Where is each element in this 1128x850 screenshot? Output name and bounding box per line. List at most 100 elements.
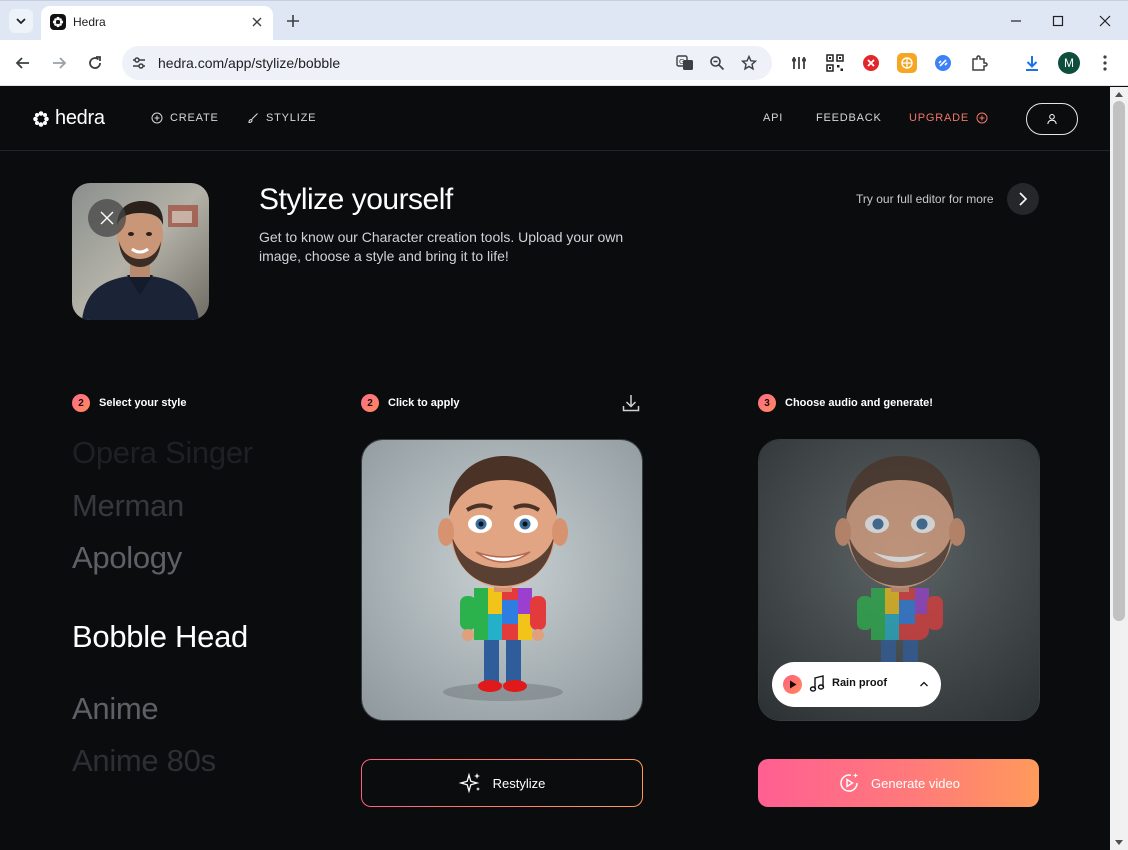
browser-toolbar: hedra.com/app/stylize/bobble G M [0, 40, 1128, 86]
user-icon [1047, 114, 1057, 125]
step-label: Choose audio and generate! [785, 397, 933, 409]
site-info-icon[interactable] [130, 54, 148, 72]
chevron-right-icon [1019, 192, 1028, 206]
style-option-apology[interactable]: Apology [72, 540, 182, 576]
audio-selector[interactable]: Rain proof [772, 662, 941, 707]
step-number-badge: 2 [72, 394, 90, 412]
hedra-logo[interactable]: hedra [32, 107, 105, 130]
step-number-badge: 2 [361, 394, 379, 412]
bobble-head-image [362, 440, 642, 720]
tab-close-button[interactable] [249, 14, 265, 30]
more-vertical-icon [1103, 55, 1107, 71]
nav-upgrade[interactable]: UPGRADE [909, 112, 988, 124]
url-text: hedra.com/app/stylize/bobble [158, 55, 341, 71]
nav-create[interactable]: CREATE [151, 112, 219, 124]
play-icon [789, 680, 796, 689]
app-header: hedra CREATE STYLIZE API FEEDBACK UPGRAD… [0, 87, 1110, 151]
full-editor-link[interactable]: Try our full editor for more [856, 192, 994, 206]
download-icon[interactable] [1022, 53, 1042, 73]
step-choose-audio: 3 Choose audio and generate! [758, 394, 933, 412]
user-account-button[interactable] [1026, 103, 1078, 135]
tab-search-button[interactable] [9, 9, 33, 33]
tab-title: Hedra [73, 15, 106, 29]
chevron-up-icon[interactable] [918, 678, 930, 690]
back-button[interactable] [11, 51, 35, 75]
zoom-icon[interactable] [708, 54, 726, 72]
plus-circle-icon [151, 112, 163, 124]
audio-track-name: Rain proof [832, 677, 887, 689]
page-subtitle: Get to know our Character creation tools… [259, 229, 624, 264]
extension-puzzle-tool-icon[interactable] [789, 53, 809, 73]
page-title: Stylize yourself [259, 183, 453, 216]
nav-upgrade-label: UPGRADE [909, 112, 969, 124]
arrow-left-icon [15, 57, 29, 69]
uploaded-photo-image [72, 183, 209, 320]
scroll-down-arrow-icon[interactable] [1115, 840, 1123, 845]
nav-stylize[interactable]: STYLIZE [247, 112, 316, 124]
maximize-button[interactable] [1046, 9, 1070, 33]
generate-video-label: Generate video [871, 775, 960, 791]
full-editor-arrow-button[interactable] [1007, 183, 1039, 215]
scroll-up-arrow-icon[interactable] [1115, 92, 1123, 97]
nav-api[interactable]: API [763, 112, 783, 124]
browser-menu-button[interactable] [1094, 52, 1116, 74]
forward-button[interactable] [47, 51, 71, 75]
translate-icon[interactable]: G [676, 54, 694, 72]
profile-avatar[interactable]: M [1058, 52, 1080, 74]
close-icon [1099, 15, 1111, 27]
honey-extension-icon[interactable] [897, 53, 917, 73]
style-option-anime[interactable]: Anime [72, 691, 159, 727]
stylized-preview-card[interactable] [361, 439, 643, 721]
reload-button[interactable] [83, 51, 107, 75]
nav-create-label: CREATE [170, 112, 219, 124]
close-icon [252, 17, 262, 27]
generate-video-icon [840, 773, 859, 792]
svg-text:G: G [679, 58, 684, 66]
minimize-icon [1011, 20, 1021, 22]
page-viewport: hedra CREATE STYLIZE API FEEDBACK UPGRAD… [0, 87, 1110, 850]
restylize-button[interactable]: Restylize [361, 759, 643, 807]
address-bar[interactable]: hedra.com/app/stylize/bobble G [122, 46, 772, 80]
nav-stylize-label: STYLIZE [266, 112, 317, 124]
hedra-favicon-icon [50, 14, 66, 30]
step-label: Click to apply [388, 397, 460, 409]
window-close-button[interactable] [1093, 9, 1117, 33]
paintbrush-icon [248, 113, 258, 124]
maximize-icon [1052, 15, 1064, 27]
qr-code-extension-icon[interactable] [825, 53, 845, 73]
minimize-button[interactable] [1004, 9, 1028, 33]
close-icon [100, 211, 114, 225]
blocker-extension-icon[interactable] [861, 53, 881, 73]
plus-icon [287, 15, 299, 27]
new-tab-button[interactable] [283, 11, 303, 31]
style-option-anime-80s[interactable]: Anime 80s [72, 743, 216, 779]
step-select-style: 2 Select your style [72, 394, 186, 412]
step-click-apply: 2 Click to apply [361, 394, 460, 412]
play-audio-button[interactable] [783, 675, 802, 694]
logo-text: hedra [55, 107, 105, 129]
generate-video-button[interactable]: Generate video [758, 759, 1039, 807]
step-label: Select your style [99, 397, 187, 409]
nav-feedback[interactable]: FEEDBACK [816, 112, 882, 124]
arrow-right-icon [53, 57, 67, 69]
plus-circle-icon [976, 112, 988, 124]
style-option-opera-singer[interactable]: Opera Singer [72, 435, 253, 471]
remove-photo-button[interactable] [88, 199, 126, 237]
chevron-down-icon [16, 18, 26, 25]
page-scrollbar[interactable] [1110, 87, 1128, 850]
bookmark-star-icon[interactable] [740, 54, 758, 72]
uploaded-photo [72, 183, 209, 320]
step-number-badge: 3 [758, 394, 776, 412]
extensions-puzzle-icon[interactable] [969, 53, 989, 73]
style-option-bobble-head[interactable]: Bobble Head [72, 619, 248, 655]
sparkles-icon [458, 772, 480, 794]
music-note-icon [809, 675, 825, 692]
hedra-logo-icon [33, 110, 49, 127]
reload-icon [89, 56, 101, 69]
browser-tab[interactable]: Hedra [41, 6, 273, 41]
nav-api-label: API [763, 112, 784, 124]
scrollbar-thumb[interactable] [1113, 101, 1125, 621]
style-option-merman[interactable]: Merman [72, 488, 184, 524]
link-extension-icon[interactable] [933, 53, 953, 73]
download-icon[interactable] [621, 393, 641, 413]
